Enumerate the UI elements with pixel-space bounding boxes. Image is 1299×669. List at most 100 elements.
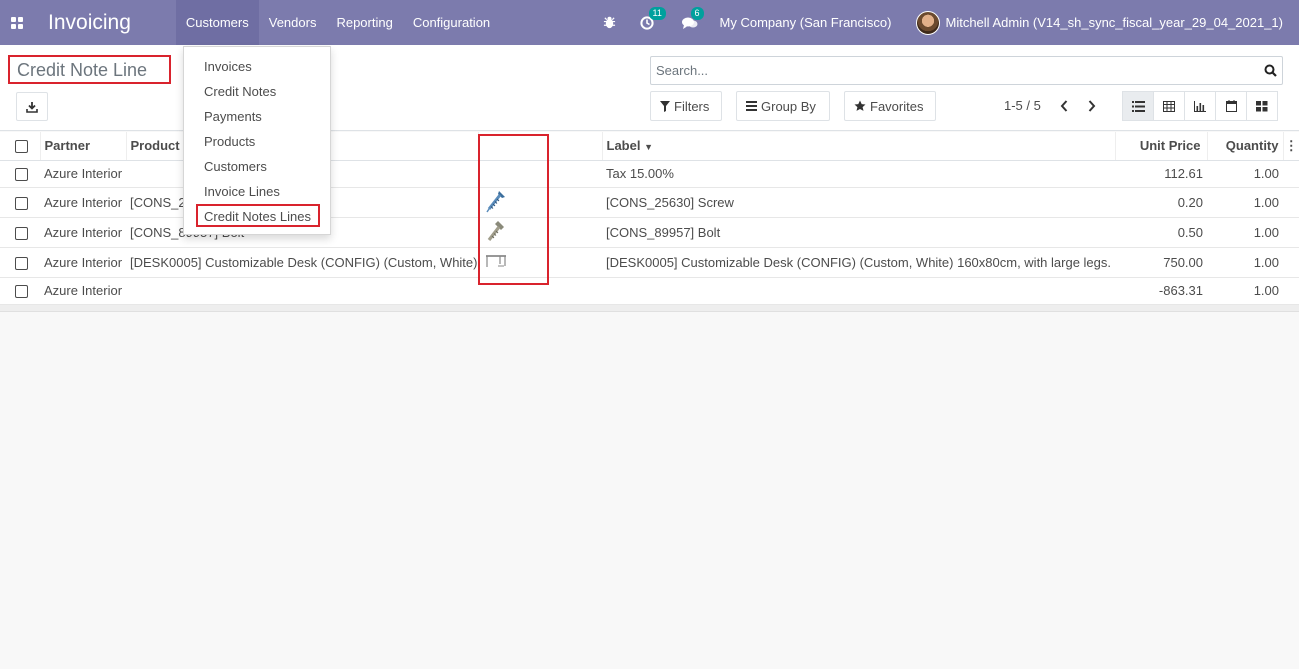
search-icon[interactable] [1258,64,1282,77]
page-title: Credit Note Line [8,55,171,84]
menu-configuration[interactable]: Configuration [403,0,500,45]
row-select-cell [0,217,40,248]
optional-columns-toggle[interactable]: ⋮ [1282,132,1299,161]
app-brand[interactable]: Invoicing [48,11,131,35]
row-select-cell [0,277,40,305]
chevron-right-icon [1088,100,1096,112]
kanban-view-button[interactable] [1246,91,1278,121]
messages-badge: 6 [690,6,704,20]
dropdown-item-payments[interactable]: Payments [184,104,330,129]
cell-quantity[interactable]: 1.00 [1207,217,1283,248]
cell-quantity[interactable]: 1.00 [1207,277,1283,305]
dropdown-item-label: Credit Notes Lines [204,209,311,224]
messages-icon[interactable]: 6 [681,6,704,30]
cell-product[interactable] [126,277,478,305]
cell-unit-price[interactable]: 0.20 [1115,187,1207,218]
activity-clock-icon[interactable]: 11 [639,6,666,30]
cell-quantity[interactable]: 1.00 [1207,160,1283,188]
list-icon [1131,100,1145,112]
column-unit-price[interactable]: Unit Price [1114,132,1207,161]
favorites-label: Favorites [870,98,924,114]
cell-partner[interactable]: Azure Interior [40,217,126,248]
cell-product[interactable]: [DESK0005] Customizable Desk (CONFIG) (C… [126,247,478,278]
calendar-icon [1225,100,1237,112]
pager-value[interactable]: 1-5 / 5 [1004,98,1041,113]
dropdown-item-credit-notes-lines[interactable]: Credit Notes Lines [184,204,330,229]
menu-reporting[interactable]: Reporting [326,0,402,45]
export-download-button[interactable] [16,92,48,121]
cell-unit-price[interactable]: -863.31 [1115,277,1207,305]
row-select-cell [0,247,40,278]
pivot-view-button[interactable] [1153,91,1185,121]
company-switcher[interactable]: My Company (San Francisco) [720,15,892,30]
cell-spacer [1283,277,1299,305]
bar-chart-icon [1194,100,1206,112]
dropdown-item-customers[interactable]: Customers [184,154,330,179]
dropdown-item-products[interactable]: Products [184,129,330,154]
group-by-bars-icon [746,101,757,111]
debug-bug-icon[interactable] [603,16,616,29]
view-switcher [1122,91,1278,121]
dropdown-item-credit-notes[interactable]: Credit Notes [184,79,330,104]
menu-vendors[interactable]: Vendors [259,0,327,45]
calendar-view-button[interactable] [1215,91,1247,121]
kanban-grid-icon [1256,100,1268,111]
row-checkbox[interactable] [15,168,28,182]
row-checkbox[interactable] [15,285,28,299]
activity-badge: 11 [648,6,666,20]
cell-quantity[interactable]: 1.00 [1207,247,1283,278]
cell-image[interactable] [478,160,602,188]
cell-quantity[interactable]: 1.00 [1207,187,1283,218]
cell-unit-price[interactable]: 112.61 [1115,160,1207,188]
select-all-checkbox[interactable] [15,140,28,154]
group-by-label: Group By [761,98,816,114]
row-checkbox[interactable] [15,226,28,240]
user-menu[interactable]: Mitchell Admin (V14_sh_sync_fiscal_year_… [915,10,1283,35]
column-partner[interactable]: Partner [39,132,126,161]
column-quantity[interactable]: Quantity [1206,132,1283,161]
cell-spacer [1283,187,1299,218]
top-navbar: Invoicing Customers Vendors Reporting Co… [0,0,1299,45]
cell-label[interactable]: Tax 15.00% [602,160,1115,188]
list-view-button[interactable] [1122,91,1154,121]
favorites-button[interactable]: Favorites [844,91,936,121]
menu-customers[interactable]: Customers [175,0,259,45]
graph-view-button[interactable] [1184,91,1216,121]
row-select-cell [0,160,40,188]
column-label[interactable]: Label ▼ [601,132,1115,161]
pager-next-button[interactable] [1083,95,1101,117]
filters-label: Filters [674,98,710,114]
table-row[interactable]: Azure Interior [DESK0005] Customizable D… [0,247,1299,278]
cell-image[interactable] [478,277,602,305]
dropdown-item-invoices[interactable]: Invoices [184,54,330,79]
table-footer [0,304,1299,312]
cell-unit-price[interactable]: 0.50 [1115,217,1207,248]
cell-image[interactable] [478,187,602,218]
cell-image[interactable] [478,247,602,278]
apps-menu-icon[interactable] [0,0,34,45]
cell-partner[interactable]: Azure Interior [40,277,126,305]
cell-label[interactable]: [CONS_89957] Bolt [602,217,1115,248]
cell-image[interactable] [478,217,602,248]
group-by-button[interactable]: Group By [736,91,830,121]
cell-partner[interactable]: Azure Interior [40,247,126,278]
row-checkbox[interactable] [15,196,28,210]
pager-previous-button[interactable] [1055,95,1073,117]
cell-label[interactable] [602,277,1115,305]
cell-partner[interactable]: Azure Interior [40,187,126,218]
kebab-menu-icon: ⋮ [1284,137,1298,153]
filter-funnel-icon [660,100,670,112]
search-box [650,56,1283,85]
filters-button[interactable]: Filters [650,91,722,121]
cell-unit-price[interactable]: 750.00 [1115,247,1207,278]
bolt-icon [487,220,504,241]
cell-label[interactable]: [DESK0005] Customizable Desk (CONFIG) (C… [602,247,1115,278]
user-avatar [915,10,940,35]
column-image[interactable] [477,132,602,161]
cell-label[interactable]: [CONS_25630] Screw [602,187,1115,218]
dropdown-item-invoice-lines[interactable]: Invoice Lines [184,179,330,204]
cell-partner[interactable]: Azure Interior [40,160,126,188]
row-checkbox[interactable] [15,256,28,270]
table-row[interactable]: Azure Interior -863.31 1.00 [0,277,1299,305]
search-input[interactable] [651,57,1258,84]
